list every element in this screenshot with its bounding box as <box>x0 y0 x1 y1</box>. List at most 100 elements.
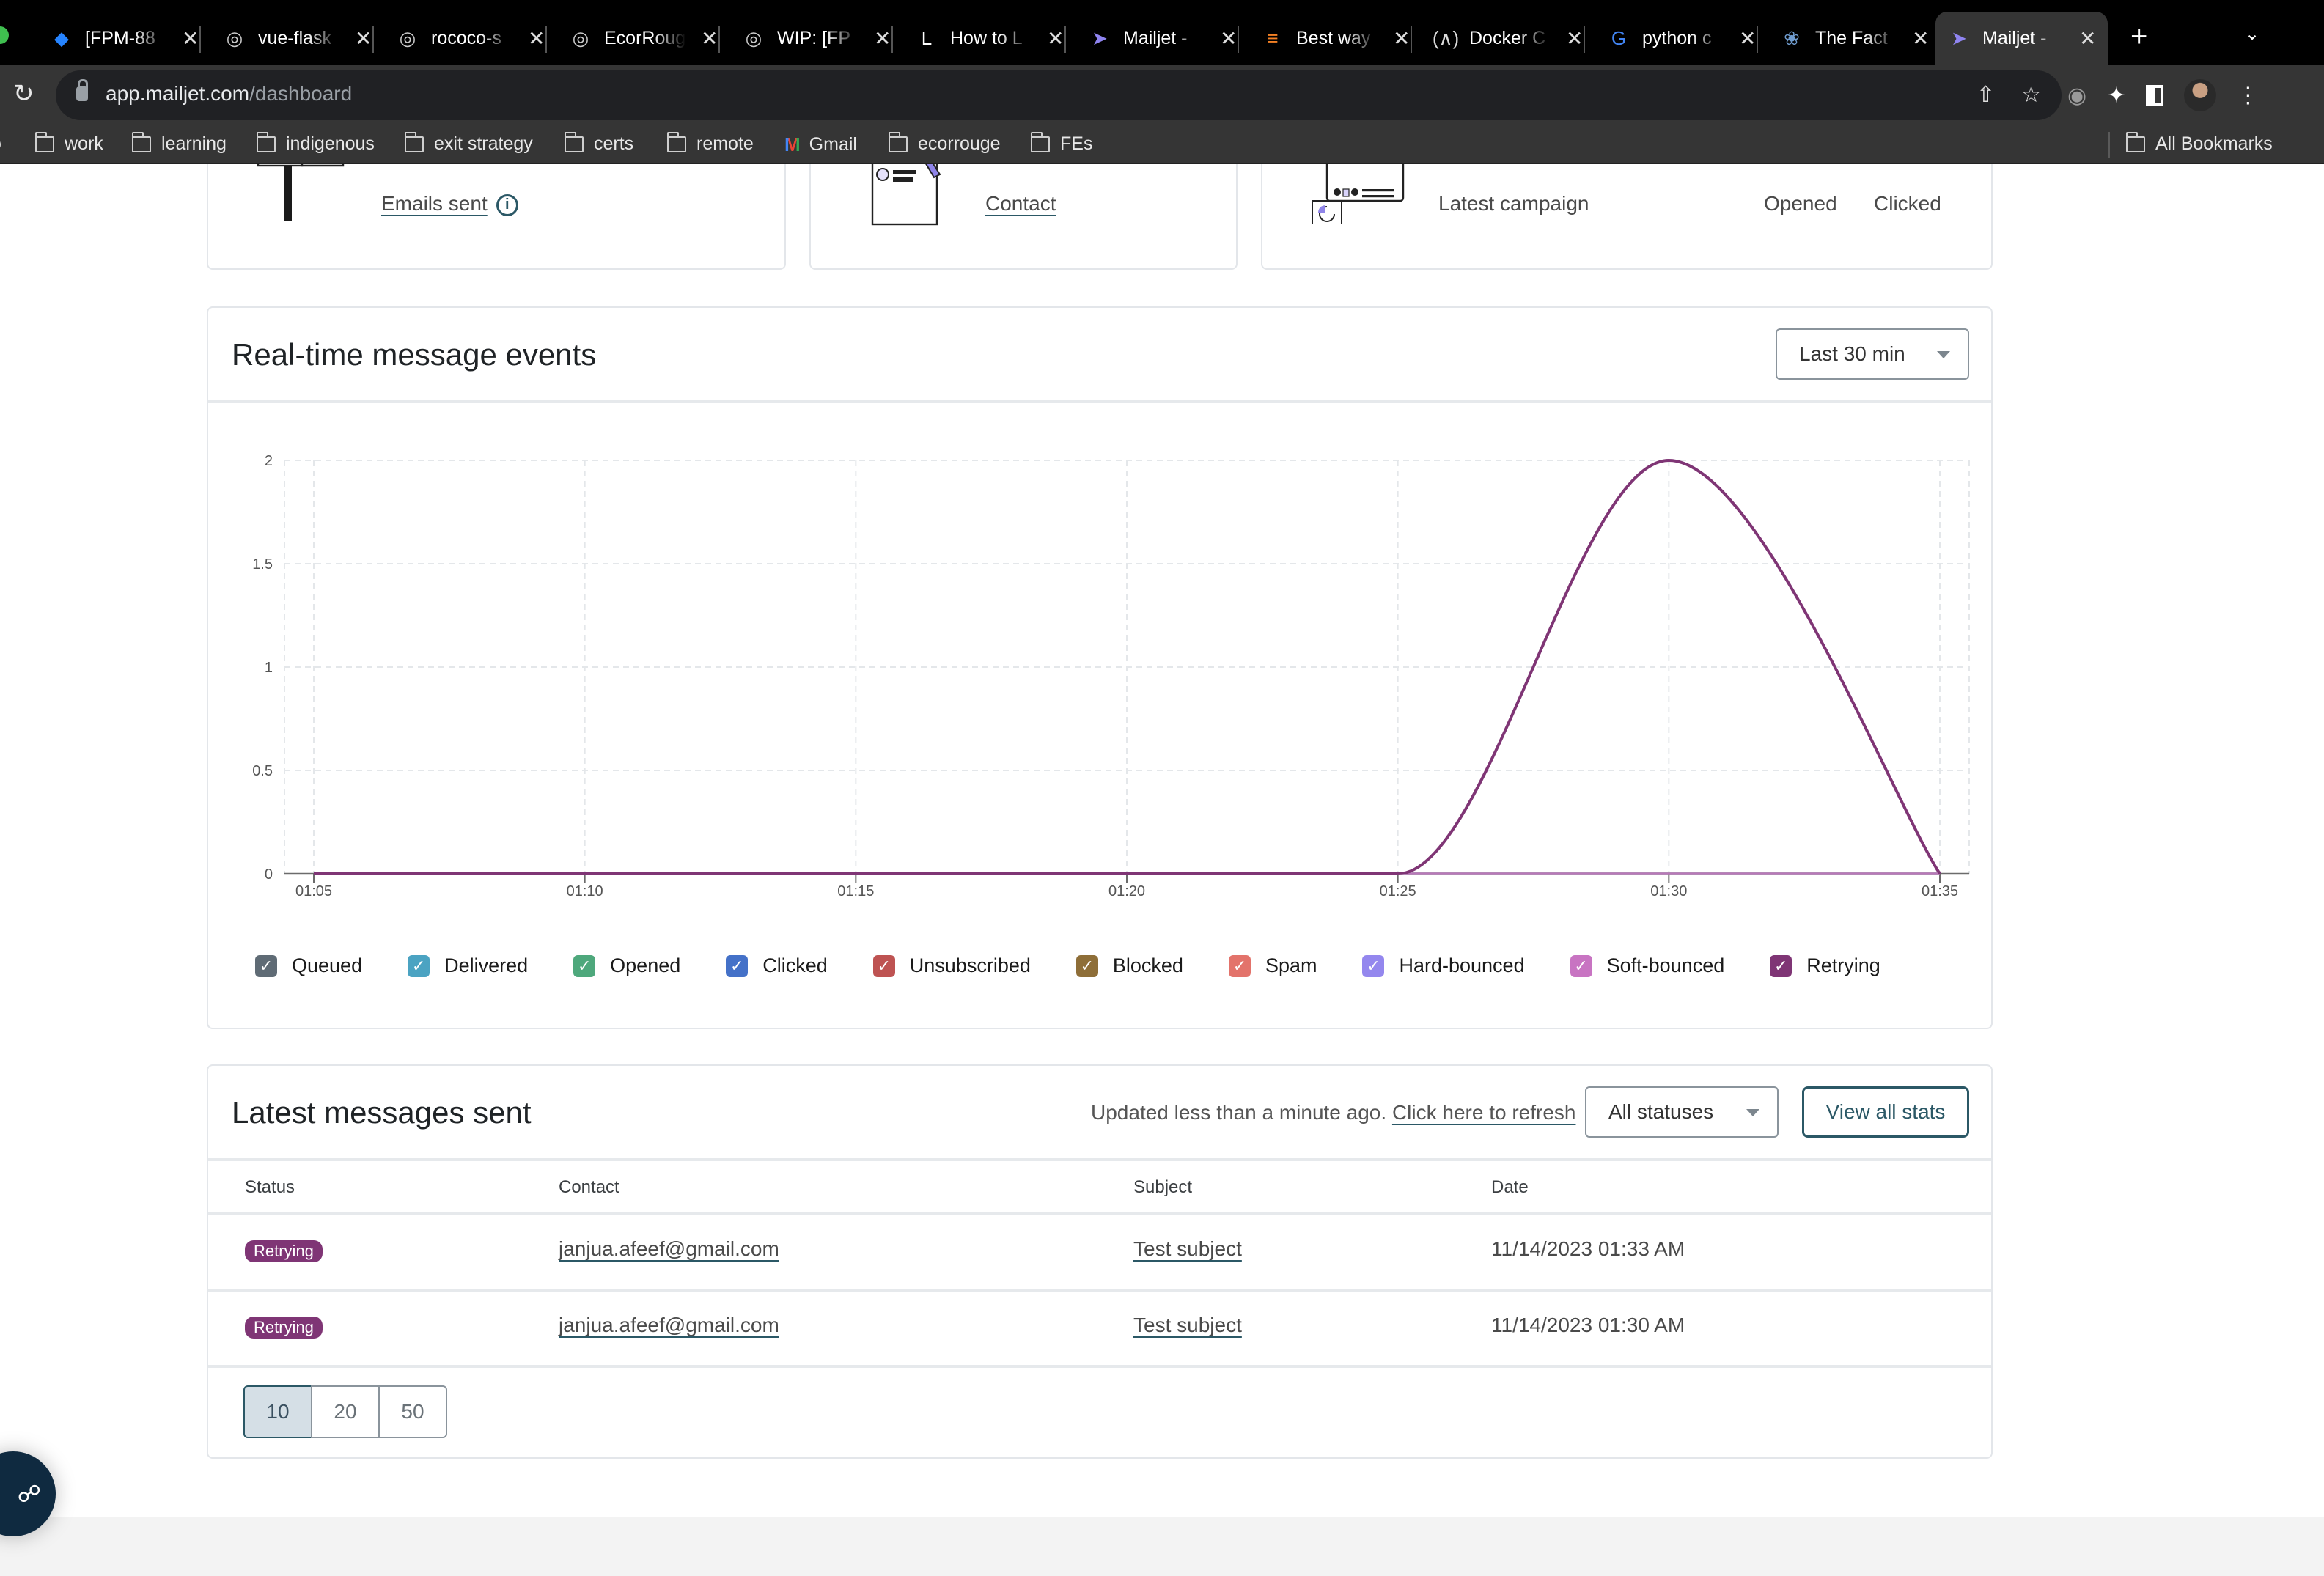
page-size-option[interactable]: 50 <box>378 1385 447 1438</box>
browser-tab[interactable]: ◎ WIP: [FP ✕ <box>742 15 891 62</box>
info-icon[interactable]: i <box>496 194 518 216</box>
browser-tab[interactable]: ≡ Best way ✕ <box>1261 15 1410 62</box>
bookmark-item[interactable]: indigenous <box>257 131 375 155</box>
bookmark-item[interactable]: exit strategy <box>405 131 533 155</box>
close-tab-icon[interactable]: ✕ <box>1047 26 1064 51</box>
camera-icon[interactable]: ◉ <box>2067 83 2086 108</box>
tab-title: Docker C <box>1469 27 1546 48</box>
close-tab-icon[interactable]: ✕ <box>874 26 891 51</box>
close-tab-icon[interactable]: ✕ <box>1912 26 1929 51</box>
bookmark-item[interactable]: M Gmail <box>784 133 857 156</box>
side-panel-icon[interactable] <box>2146 85 2164 106</box>
folder-icon <box>1031 131 1050 152</box>
legend-item[interactable]: ✓ Opened <box>573 954 680 977</box>
tab-search-chevron-icon[interactable]: ⌄ <box>2245 23 2259 45</box>
browser-tab[interactable]: ◎ rococo-s ✕ <box>396 15 545 62</box>
contact-link[interactable]: janjua.afeef@gmail.com <box>559 1314 779 1337</box>
browser-tab[interactable]: ◎ EcorRoug ✕ <box>569 15 718 62</box>
browser-tab[interactable]: ➤ Mailjet - ✕ <box>1088 15 1237 62</box>
close-tab-icon[interactable]: ✕ <box>528 26 545 51</box>
contact-link[interactable]: janjua.afeef@gmail.com <box>559 1237 779 1261</box>
status-badge: Retrying <box>245 1240 323 1262</box>
tab-title: Mailjet - <box>1123 27 1188 48</box>
subject-link[interactable]: Test subject <box>1133 1237 1242 1261</box>
url-text[interactable]: app.mailjet.com/dashboard <box>106 82 352 106</box>
legend-checkbox[interactable]: ✓ <box>573 954 596 977</box>
legend-item[interactable]: ✓ Retrying <box>1770 954 1880 977</box>
close-tab-icon[interactable]: ✕ <box>1393 26 1410 51</box>
mailjet-icon: ➤ <box>1092 26 1108 49</box>
freecodecamp-icon: (∧) <box>1432 26 1460 49</box>
legend-checkbox[interactable]: ✓ <box>255 954 277 977</box>
close-tab-icon[interactable]: ✕ <box>182 26 199 51</box>
page-size-option[interactable]: 20 <box>311 1385 380 1438</box>
legend-item[interactable]: ✓ Queued <box>255 954 362 977</box>
close-tab-icon[interactable]: ✕ <box>701 26 718 51</box>
tab-separator <box>199 26 201 53</box>
url-path: /dashboard <box>249 82 353 105</box>
bookmark-item[interactable]: certs <box>565 131 633 155</box>
close-tab-icon[interactable]: ✕ <box>1739 26 1756 51</box>
bookmark-overflow[interactable]: o <box>0 133 1 155</box>
subject-link[interactable]: Test subject <box>1133 1314 1242 1337</box>
bookmark-label: Gmail <box>809 134 857 155</box>
emails-sent-link[interactable]: Emails sent i <box>381 192 518 216</box>
bookmark-label: indigenous <box>286 133 375 154</box>
close-tab-icon[interactable]: ✕ <box>355 26 372 51</box>
legend-item[interactable]: ✓ Blocked <box>1075 954 1183 977</box>
legend-item[interactable]: ✓ Soft-bounced <box>1570 954 1724 977</box>
browser-tab[interactable]: ➤ Mailjet - ✕ <box>1935 12 2108 65</box>
legend-checkbox[interactable]: ✓ <box>1075 954 1098 977</box>
browser-tab[interactable]: ❀ The Fact ✕ <box>1780 15 1929 62</box>
browser-tab[interactable]: L How to L ✕ <box>915 15 1064 62</box>
browser-tab[interactable]: ◆ [FPM-88 ✕ <box>50 15 199 62</box>
new-tab-button[interactable]: + <box>2130 21 2147 54</box>
legend-checkbox[interactable]: ✓ <box>726 954 749 977</box>
legend-checkbox[interactable]: ✓ <box>1770 954 1792 977</box>
address-bar[interactable]: app.mailjet.com/dashboard ⇧ ☆ <box>56 70 2062 120</box>
share-icon[interactable]: ⇧ <box>1976 82 1995 108</box>
legend-item[interactable]: ✓ Clicked <box>726 954 828 977</box>
window-zoom-button[interactable] <box>0 26 9 44</box>
legend-checkbox[interactable]: ✓ <box>1570 954 1592 977</box>
updated-status-text: Updated less than a minute ago. Click he… <box>1091 1101 1575 1124</box>
reload-icon[interactable]: ↻ <box>13 79 34 108</box>
legend-checkbox[interactable]: ✓ <box>408 954 430 977</box>
bookmark-item[interactable]: learning <box>132 131 227 155</box>
page-size-option[interactable]: 10 <box>243 1385 312 1438</box>
tab-title: rococo-s <box>431 27 501 48</box>
extensions-puzzle-icon[interactable]: ✦ <box>2107 83 2125 108</box>
close-tab-icon[interactable]: ✕ <box>1220 26 1237 51</box>
legend-checkbox[interactable]: ✓ <box>1228 954 1251 977</box>
contact-link[interactable]: Contact <box>985 192 1056 216</box>
section-divider <box>208 1158 1991 1161</box>
view-all-stats-button[interactable]: View all stats <box>1802 1086 1969 1138</box>
bookmark-star-icon[interactable]: ☆ <box>2021 82 2041 108</box>
legend-item[interactable]: ✓ Unsubscribed <box>872 954 1031 977</box>
legend-checkbox[interactable]: ✓ <box>872 954 895 977</box>
legend-item[interactable]: ✓ Delivered <box>408 954 528 977</box>
bookmark-item[interactable]: FEs <box>1031 131 1092 155</box>
legend-checkbox[interactable]: ✓ <box>1362 954 1385 977</box>
browser-tab[interactable]: ◎ vue-flask ✕ <box>223 15 372 62</box>
status-filter-select[interactable]: All statuses <box>1585 1086 1779 1138</box>
browser-tab[interactable]: (∧) Docker C ✕ <box>1432 15 1584 62</box>
legend-item[interactable]: ✓ Hard-bounced <box>1362 954 1525 977</box>
jira-icon: ◆ <box>54 26 69 49</box>
legend-label: Queued <box>292 954 363 976</box>
legend-item[interactable]: ✓ Spam <box>1228 954 1317 977</box>
all-bookmarks[interactable]: All Bookmarks <box>2126 131 2273 155</box>
bookmark-item[interactable]: remote <box>667 131 754 155</box>
time-range-select[interactable]: Last 30 min <box>1776 328 1969 380</box>
profile-avatar[interactable] <box>2184 79 2217 111</box>
browser-tab[interactable]: Gpython c ✕ <box>1607 15 1757 62</box>
folder-icon <box>2126 131 2145 152</box>
refresh-link[interactable]: Click here to refresh <box>1392 1101 1576 1124</box>
lock-icon[interactable] <box>76 79 88 101</box>
bookmark-item[interactable]: ecorrouge <box>889 131 1001 155</box>
realtime-title: Real-time message events <box>232 337 597 372</box>
close-tab-icon[interactable]: ✕ <box>2079 26 2096 51</box>
close-tab-icon[interactable]: ✕ <box>1566 26 1583 51</box>
menu-kebab-icon[interactable]: ⋮ <box>2237 83 2259 108</box>
bookmark-item[interactable]: work <box>35 131 103 155</box>
